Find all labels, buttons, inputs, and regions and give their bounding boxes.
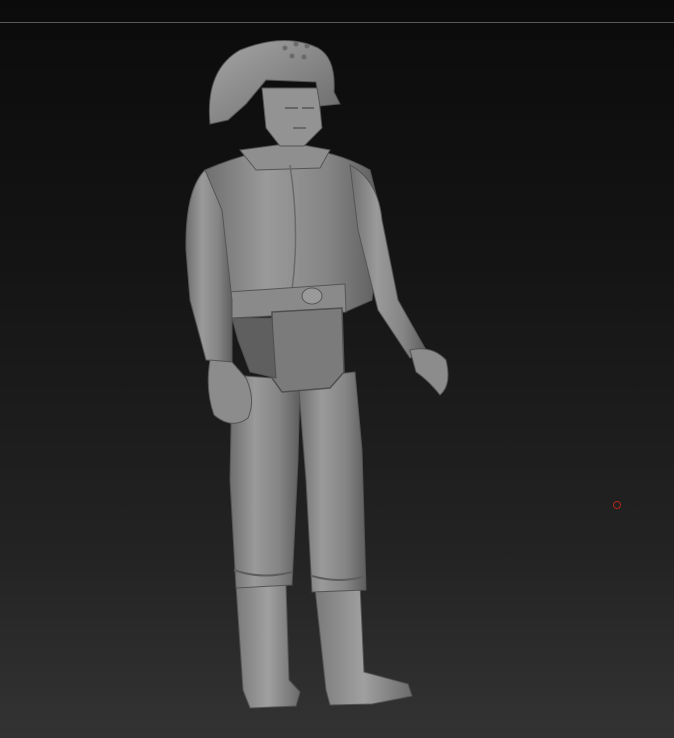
head bbox=[261, 87, 323, 147]
right-boot bbox=[314, 583, 413, 706]
3d-viewport[interactable] bbox=[0, 0, 674, 738]
sculpted-figure-model[interactable] bbox=[0, 0, 674, 738]
transform-pivot-marker[interactable] bbox=[613, 501, 621, 509]
left-boot bbox=[235, 584, 301, 709]
